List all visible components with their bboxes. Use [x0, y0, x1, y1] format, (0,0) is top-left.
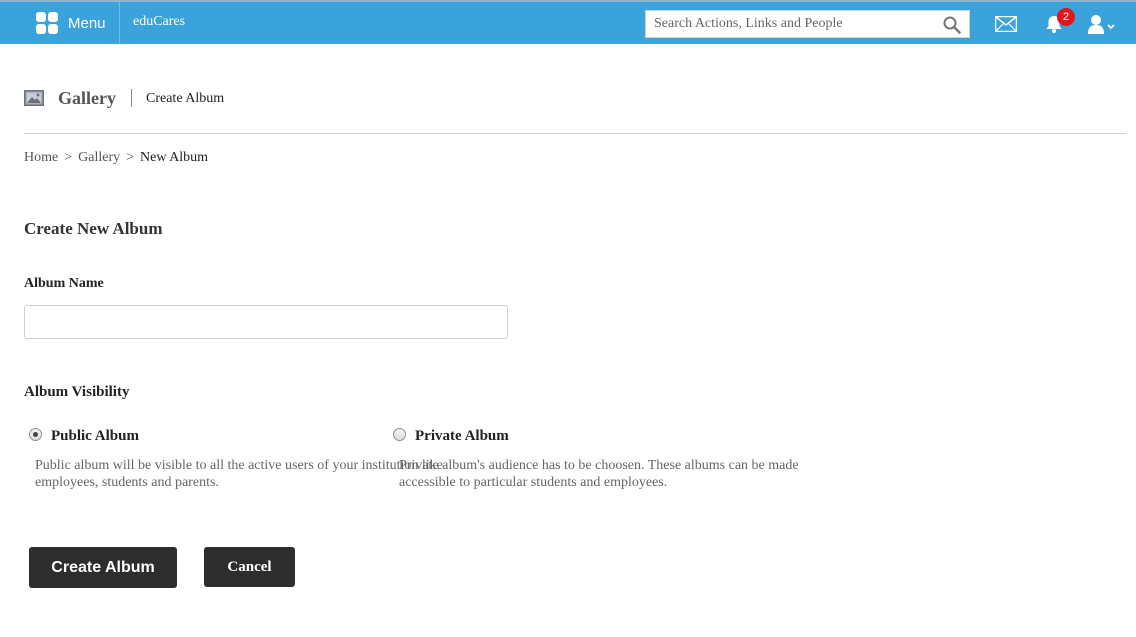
- page-subtitle: Create Album: [146, 91, 225, 106]
- user-icon[interactable]: [1087, 14, 1115, 34]
- private-album-title[interactable]: Private Album: [415, 428, 509, 445]
- breadcrumb-home[interactable]: Home: [24, 150, 58, 166]
- private-album-radio[interactable]: [393, 428, 406, 441]
- search-input[interactable]: [646, 11, 936, 37]
- gallery-icon: [24, 90, 44, 106]
- mail-icon[interactable]: [995, 16, 1017, 32]
- brand-name[interactable]: eduCares: [133, 14, 185, 30]
- private-album-description: Private album's audience has to be choos…: [399, 458, 799, 490]
- breadcrumb-gallery[interactable]: Gallery: [78, 150, 120, 166]
- breadcrumb-current: New Album: [140, 150, 209, 165]
- menu-grid-icon: [36, 12, 58, 34]
- top-navigation-bar: Menu eduCares 2: [0, 0, 1136, 44]
- section-title: Create New Album: [24, 219, 163, 238]
- public-album-radio[interactable]: [29, 428, 42, 441]
- public-album-title[interactable]: Public Album: [51, 428, 139, 445]
- header-divider: [24, 133, 1126, 134]
- menu-button[interactable]: Menu: [26, 2, 119, 44]
- breadcrumb-separator: >: [64, 150, 73, 165]
- album-name-input[interactable]: [24, 305, 508, 339]
- menu-label: Menu: [68, 14, 106, 32]
- album-visibility-label: Album Visibility: [24, 384, 130, 400]
- create-album-button[interactable]: Create Album: [29, 547, 177, 588]
- cancel-button[interactable]: Cancel: [204, 547, 295, 587]
- search-icon[interactable]: [943, 16, 961, 34]
- breadcrumb: Home > Gallery > New Album: [24, 150, 208, 166]
- album-name-label: Album Name: [24, 276, 104, 291]
- search-box: [645, 10, 970, 38]
- notification-badge: 2: [1057, 8, 1075, 26]
- menu-divider: [119, 2, 120, 44]
- title-separator: [131, 89, 132, 107]
- public-album-description: Public album will be visible to all the …: [35, 458, 443, 490]
- page-title: Gallery: [58, 88, 116, 108]
- breadcrumb-separator: >: [126, 150, 135, 165]
